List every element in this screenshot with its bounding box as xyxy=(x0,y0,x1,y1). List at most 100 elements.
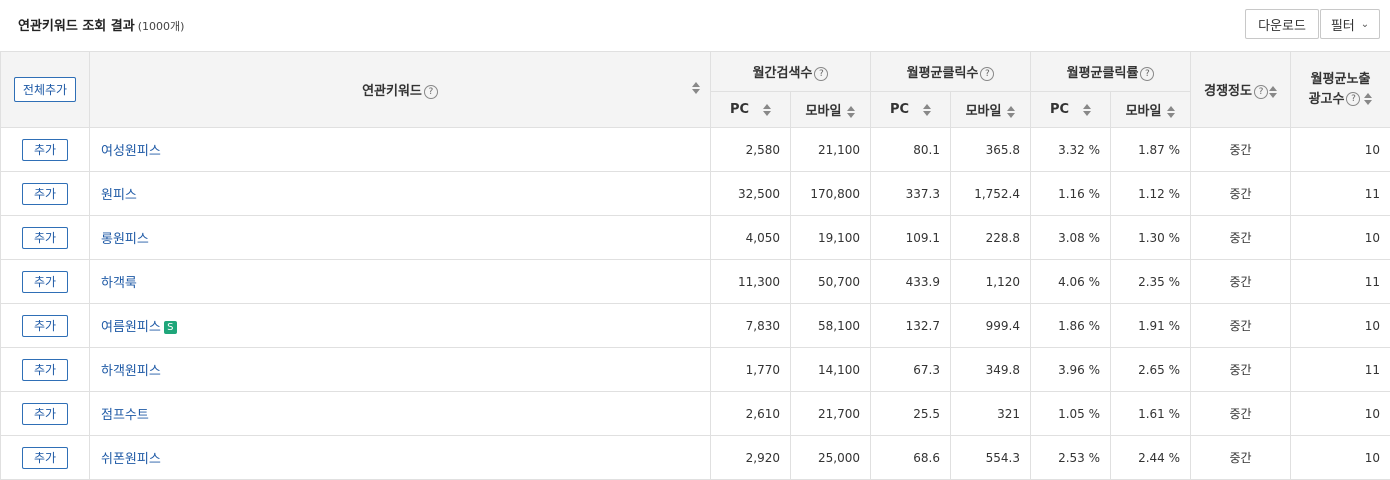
clicks-mobile-cell: 1,752.4 xyxy=(951,172,1031,216)
add-button[interactable]: 추가 xyxy=(22,403,68,425)
keyword-link[interactable]: 쉬폰원피스 xyxy=(101,452,161,467)
add-cell: 추가 xyxy=(1,348,90,392)
keyword-link[interactable]: 롱원피스 xyxy=(101,232,149,247)
table-row: 추가 롱원피스 4,050 19,100 109.1 228.8 3.08 % … xyxy=(1,216,1390,260)
ads-cell: 10 xyxy=(1291,392,1390,436)
competition-cell: 중간 xyxy=(1191,128,1291,172)
avg-ctr-label: 월평균클릭률 xyxy=(1067,66,1139,81)
clicks-mobile-cell: 365.8 xyxy=(951,128,1031,172)
keyword-link[interactable]: 원피스 xyxy=(101,188,137,203)
clicks-pc-cell: 109.1 xyxy=(871,216,951,260)
ctr-mobile-cell: 1.30 % xyxy=(1111,216,1191,260)
ctr-pc-cell: 3.32 % xyxy=(1031,128,1111,172)
help-icon[interactable]: ? xyxy=(980,67,994,81)
competition-cell: 중간 xyxy=(1191,216,1291,260)
competition-header[interactable]: 경쟁정도? xyxy=(1191,52,1291,128)
add-all-button[interactable]: 전체추가 xyxy=(14,77,76,102)
add-button[interactable]: 추가 xyxy=(22,227,68,249)
keyword-column-label: 연관키워드 xyxy=(362,84,422,99)
search-pc-cell: 4,050 xyxy=(711,216,791,260)
sort-icon[interactable] xyxy=(1269,86,1277,98)
avg-clicks-header: 월평균클릭수? xyxy=(871,52,1031,92)
table-row: 추가 점프수트 2,610 21,700 25.5 321 1.05 % 1.6… xyxy=(1,392,1390,436)
help-icon[interactable]: ? xyxy=(1346,92,1360,106)
avg-ads-label-line1: 월평균노출 xyxy=(1311,72,1371,87)
keyword-link[interactable]: 하객원피스 xyxy=(101,364,161,379)
sort-icon[interactable] xyxy=(1167,106,1175,118)
ctr-pc-cell: 1.16 % xyxy=(1031,172,1111,216)
clicks-pc-header[interactable]: PC xyxy=(871,92,951,128)
clicks-pc-cell: 68.6 xyxy=(871,436,951,480)
results-header: 연관키워드 조회 결과(1000개) 다운로드 필터 ⌄ xyxy=(0,0,1390,51)
add-button[interactable]: 추가 xyxy=(22,183,68,205)
add-button[interactable]: 추가 xyxy=(22,315,68,337)
help-icon[interactable]: ? xyxy=(814,67,828,81)
sort-icon[interactable] xyxy=(763,104,771,116)
sort-icon[interactable] xyxy=(1083,104,1091,116)
keyword-link[interactable]: 여름원피스 xyxy=(101,320,161,335)
add-cell: 추가 xyxy=(1,172,90,216)
ctr-pc-cell: 1.86 % xyxy=(1031,304,1111,348)
clicks-pc-cell: 25.5 xyxy=(871,392,951,436)
sub-header-label: PC xyxy=(890,102,909,117)
page-title-text: 연관키워드 조회 결과 xyxy=(18,19,135,34)
help-icon[interactable]: ? xyxy=(424,85,438,99)
ctr-pc-cell: 1.05 % xyxy=(1031,392,1111,436)
ads-cell: 10 xyxy=(1291,304,1390,348)
avg-clicks-label: 월평균클릭수 xyxy=(907,66,979,81)
search-mobile-cell: 14,100 xyxy=(791,348,871,392)
clicks-mobile-cell: 321 xyxy=(951,392,1031,436)
sort-icon[interactable] xyxy=(923,104,931,116)
ctr-mobile-cell: 1.61 % xyxy=(1111,392,1191,436)
keyword-cell: 하객룩 xyxy=(90,260,711,304)
ctr-pc-header[interactable]: PC xyxy=(1031,92,1111,128)
search-mobile-header[interactable]: 모바일 xyxy=(791,92,871,128)
ctr-mobile-cell: 2.65 % xyxy=(1111,348,1191,392)
avg-ads-header[interactable]: 월평균노출 광고수? xyxy=(1291,52,1390,128)
keyword-column-header[interactable]: 연관키워드? xyxy=(90,52,711,128)
sub-header-label: 모바일 xyxy=(806,104,842,119)
table-row: 추가 여성원피스 2,580 21,100 80.1 365.8 3.32 % … xyxy=(1,128,1390,172)
sort-icon[interactable] xyxy=(1364,93,1372,105)
search-mobile-cell: 50,700 xyxy=(791,260,871,304)
ctr-pc-cell: 4.06 % xyxy=(1031,260,1111,304)
keyword-results-table: 전체추가 연관키워드? 월간검색수? 월평균클릭수? 월평균클릭률? 경쟁정도?… xyxy=(0,51,1390,480)
keyword-link[interactable]: 하객룩 xyxy=(101,276,137,291)
add-button[interactable]: 추가 xyxy=(22,271,68,293)
filter-label: 필터 xyxy=(1331,15,1355,34)
search-pc-header[interactable]: PC xyxy=(711,92,791,128)
ctr-mobile-header[interactable]: 모바일 xyxy=(1111,92,1191,128)
keyword-link[interactable]: 점프수트 xyxy=(101,408,149,423)
search-mobile-cell: 25,000 xyxy=(791,436,871,480)
search-pc-cell: 2,920 xyxy=(711,436,791,480)
sort-icon[interactable] xyxy=(692,82,700,94)
sort-icon[interactable] xyxy=(1007,106,1015,118)
ctr-mobile-cell: 1.12 % xyxy=(1111,172,1191,216)
add-cell: 추가 xyxy=(1,216,90,260)
clicks-mobile-header[interactable]: 모바일 xyxy=(951,92,1031,128)
add-button[interactable]: 추가 xyxy=(22,447,68,469)
keyword-cell: 점프수트 xyxy=(90,392,711,436)
help-icon[interactable]: ? xyxy=(1254,85,1268,99)
add-all-header: 전체추가 xyxy=(1,52,90,128)
search-mobile-cell: 170,800 xyxy=(791,172,871,216)
add-button[interactable]: 추가 xyxy=(22,359,68,381)
add-cell: 추가 xyxy=(1,304,90,348)
competition-cell: 중간 xyxy=(1191,172,1291,216)
filter-dropdown[interactable]: 필터 ⌄ xyxy=(1320,9,1380,39)
clicks-mobile-cell: 999.4 xyxy=(951,304,1031,348)
sort-icon[interactable] xyxy=(847,106,855,118)
keyword-link[interactable]: 여성원피스 xyxy=(101,144,161,159)
download-button[interactable]: 다운로드 xyxy=(1245,9,1319,39)
ctr-mobile-cell: 2.44 % xyxy=(1111,436,1191,480)
search-pc-cell: 2,610 xyxy=(711,392,791,436)
help-icon[interactable]: ? xyxy=(1140,67,1154,81)
ads-cell: 11 xyxy=(1291,348,1390,392)
ads-cell: 10 xyxy=(1291,216,1390,260)
sub-header-label: PC xyxy=(730,102,749,117)
search-mobile-cell: 19,100 xyxy=(791,216,871,260)
clicks-mobile-cell: 554.3 xyxy=(951,436,1031,480)
add-button[interactable]: 추가 xyxy=(22,139,68,161)
avg-ctr-header: 월평균클릭률? xyxy=(1031,52,1191,92)
competition-cell: 중간 xyxy=(1191,392,1291,436)
